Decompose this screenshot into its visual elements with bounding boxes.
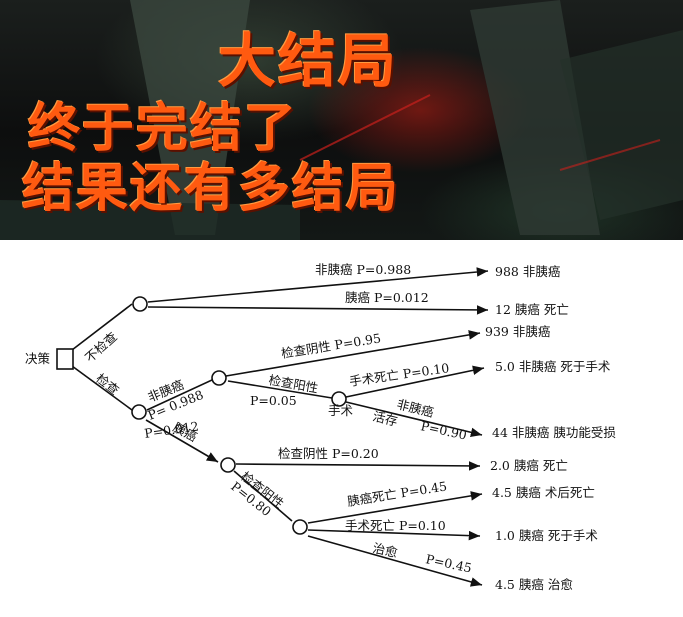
- label-no-exam-non-cancer: 非胰癌 P=0.988: [315, 262, 411, 277]
- outcome-939: 939 非胰癌: [485, 324, 550, 339]
- edge-no-exam-cancer: [147, 305, 489, 315]
- outcome-44: 44 非胰癌 胰功能受损: [492, 425, 616, 440]
- label-surgery-death: 手术死亡 P=0.10: [348, 360, 450, 389]
- label-survive-p: P=0.90: [419, 418, 468, 442]
- label-cured: 治愈: [371, 540, 399, 560]
- edge-negative-020: [235, 461, 481, 471]
- label-exam: 检查: [93, 371, 122, 399]
- label-no-exam: 不检查: [82, 329, 120, 366]
- label-surgery-death-2: 手术死亡 P=0.10: [345, 518, 446, 533]
- outcome-988: 988 非胰癌: [495, 264, 560, 279]
- decision-node: [56, 348, 74, 370]
- banner-image: 大结局 终于完结了 结果还有多结局: [0, 0, 683, 240]
- outcome-12: 12 胰癌 死亡: [495, 302, 569, 317]
- label-survive-non-cancer: 非胰癌: [395, 396, 435, 420]
- chance-node-cancer: [220, 457, 236, 473]
- outcome-5-0: 5.0 非胰癌 死于手术: [495, 359, 611, 374]
- outcome-1-0: 1.0 胰癌 死于手术: [495, 528, 598, 543]
- chance-node-positive: [292, 519, 308, 535]
- decision-tree: 决策 不检查 检查 非胰癌 P=0.988 胰癌 P=0.012 988 非胰癌…: [25, 262, 616, 592]
- label-no-exam-cancer: 胰癌 P=0.012: [345, 290, 429, 305]
- chance-node-exam: [131, 404, 147, 420]
- label-survive: 活存: [371, 408, 399, 429]
- label-surgery: 手术: [328, 403, 354, 418]
- chance-node-no-exam: [132, 296, 148, 312]
- decision-label: 决策: [25, 351, 51, 366]
- label-positive-005-p: P=0.05: [250, 393, 297, 408]
- label-negative-095: 检查阴性 P=0.95: [280, 330, 382, 361]
- outcome-2-0: 2.0 胰癌 死亡: [490, 458, 568, 473]
- chance-node-non-cancer: [211, 370, 227, 386]
- label-cured-p: P=0.45: [424, 551, 473, 575]
- banner-subtitle-line-2: 结果还有多结局: [22, 159, 401, 219]
- outcome-4-5-post-op: 4.5 胰癌 术后死亡: [492, 485, 595, 500]
- label-post-op-death: 胰癌死亡 P=0.45: [346, 478, 448, 509]
- outcome-4-5-cured: 4.5 胰癌 治愈: [495, 577, 573, 592]
- label-negative-020: 检查阴性 P=0.20: [278, 446, 379, 461]
